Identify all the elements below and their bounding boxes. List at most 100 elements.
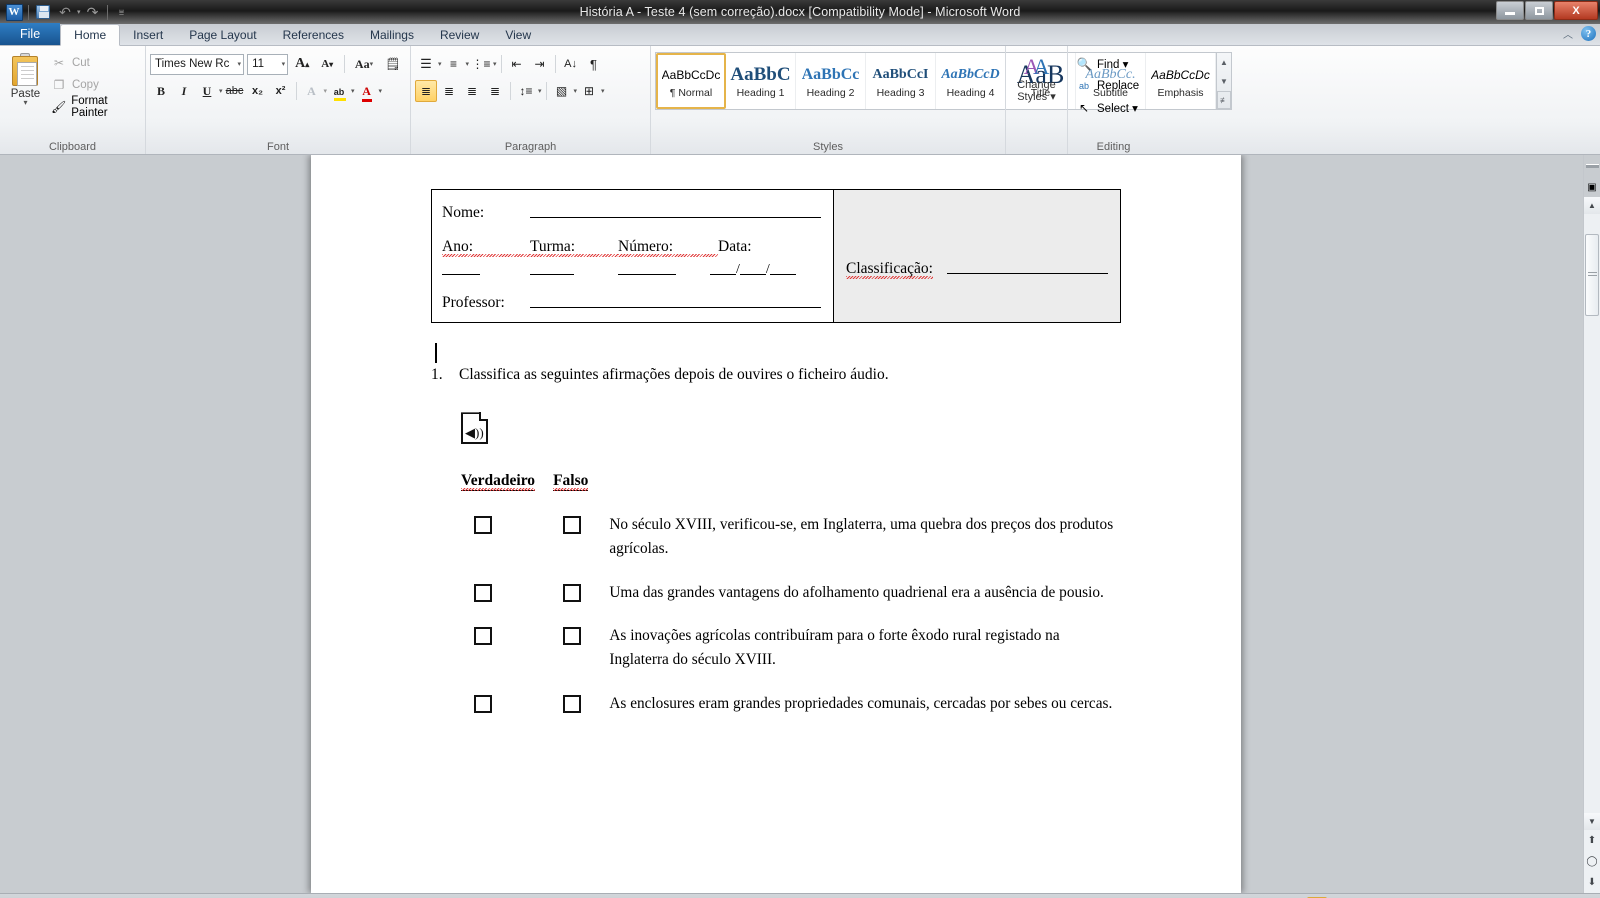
next-page-button[interactable]: ⬇: [1584, 872, 1600, 893]
cut-button[interactable]: ✂ Cut: [47, 53, 141, 73]
maximize-restore-button[interactable]: [1525, 1, 1553, 20]
styles-scroll-down-icon[interactable]: ▼: [1217, 72, 1231, 90]
font-color-dropdown-icon[interactable]: ▾: [379, 87, 383, 95]
select-browse-object-button[interactable]: ◯: [1584, 851, 1600, 872]
font-name-dropdown-icon[interactable]: ▾: [238, 60, 242, 68]
close-button[interactable]: X: [1554, 1, 1598, 20]
decrease-indent-button[interactable]: ⇤: [506, 53, 528, 75]
tab-view[interactable]: View: [492, 24, 544, 45]
borders-dropdown-icon[interactable]: ▾: [601, 87, 605, 95]
style-normal[interactable]: AaBbCcDc ¶ Normal: [656, 53, 726, 109]
underline-dropdown-icon[interactable]: ▾: [219, 87, 223, 95]
subscript-button[interactable]: x₂: [247, 80, 269, 102]
shading-button[interactable]: ▧: [551, 80, 573, 102]
bullets-dropdown-icon[interactable]: ▾: [438, 60, 442, 68]
font-size-dropdown-icon[interactable]: ▾: [282, 60, 286, 68]
numbering-button[interactable]: ≡: [443, 53, 465, 75]
language-indicator[interactable]: English (U.S.): [199, 894, 290, 898]
line-spacing-button[interactable]: ↕≡: [515, 80, 537, 102]
bold-button[interactable]: B: [150, 80, 172, 102]
checkbox-true-1[interactable]: [473, 516, 492, 535]
tab-page-layout[interactable]: Page Layout: [176, 24, 269, 45]
find-button[interactable]: 🔍 Find ▾: [1072, 54, 1143, 74]
numero-blank[interactable]: [618, 262, 676, 275]
turma-blank[interactable]: [530, 262, 574, 275]
tab-review[interactable]: Review: [427, 24, 492, 45]
shrink-font-button[interactable]: A ▾: [316, 53, 338, 75]
checkbox-true-3[interactable]: [473, 627, 492, 646]
font-size-combo[interactable]: 11 ▾: [247, 53, 289, 75]
superscript-button[interactable]: x²: [270, 80, 292, 102]
checkbox-false-1[interactable]: [562, 516, 581, 535]
highlight-button[interactable]: ab: [328, 80, 350, 102]
line-spacing-dropdown-icon[interactable]: ▾: [538, 87, 542, 95]
undo-dropdown-icon[interactable]: ▾: [77, 8, 81, 16]
copy-button[interactable]: ❐ Copy: [47, 75, 141, 95]
audio-file-icon[interactable]: ◀)): [461, 412, 488, 445]
style-heading-3[interactable]: AaBbCcI Heading 3: [866, 53, 936, 109]
save-button[interactable]: [33, 2, 53, 22]
align-center-button[interactable]: ≣: [438, 80, 460, 102]
scroll-thumb[interactable]: [1585, 234, 1599, 316]
grow-font-button[interactable]: A ▴: [291, 53, 313, 75]
tab-file[interactable]: File: [0, 23, 61, 45]
scroll-down-button[interactable]: ▼: [1584, 813, 1600, 830]
word-app-menu-button[interactable]: W: [4, 2, 24, 22]
style-heading-2[interactable]: AaBbCc Heading 2: [796, 53, 866, 109]
document-page[interactable]: Nome: Ano: Turma: Número: Data: / / Prof…: [311, 155, 1241, 893]
text-effects-button[interactable]: A: [301, 80, 323, 102]
checkbox-true-2[interactable]: [473, 583, 492, 602]
paste-button[interactable]: Paste ▾: [4, 49, 47, 140]
data-year-blank[interactable]: [769, 262, 796, 275]
customize-qat-icon[interactable]: ⩸: [112, 2, 132, 22]
increase-indent-button[interactable]: ⇥: [529, 53, 551, 75]
change-case-button[interactable]: Aa ▾: [351, 53, 377, 75]
format-painter-button[interactable]: 🖌 Format Painter: [47, 95, 141, 119]
clear-formatting-button[interactable]: 🗒: [380, 53, 406, 75]
highlight-dropdown-icon[interactable]: ▾: [351, 87, 355, 95]
data-day-blank[interactable]: [710, 262, 736, 275]
page-indicator[interactable]: Page: 1 of 4: [0, 894, 82, 898]
view-ruler-button[interactable]: ▣: [1584, 177, 1600, 197]
minimize-ribbon-icon[interactable]: ︿: [1563, 26, 1573, 41]
styles-gallery-scrollbar[interactable]: ▲ ▼ ≢: [1216, 53, 1231, 109]
tab-home[interactable]: Home: [60, 24, 121, 46]
sort-button[interactable]: A↓: [560, 53, 582, 75]
text-effects-dropdown-icon[interactable]: ▾: [324, 87, 328, 95]
tab-mailings[interactable]: Mailings: [357, 24, 427, 45]
styles-more-icon[interactable]: ≢: [1217, 91, 1231, 109]
styles-scroll-up-icon[interactable]: ▲: [1217, 53, 1231, 71]
justify-button[interactable]: ≣: [484, 80, 506, 102]
undo-button[interactable]: ↶: [55, 2, 75, 22]
checkbox-false-4[interactable]: [562, 694, 581, 713]
shading-dropdown-icon[interactable]: ▾: [574, 87, 578, 95]
proofing-status[interactable]: ✗: [163, 894, 199, 898]
multilevel-list-button[interactable]: ⋮≡: [470, 53, 492, 75]
bullets-button[interactable]: ☰: [415, 53, 437, 75]
word-count[interactable]: Words: 397: [83, 894, 162, 898]
show-formatting-marks-button[interactable]: ¶: [583, 53, 605, 75]
checkbox-true-4[interactable]: [473, 694, 492, 713]
empty-paragraph-line[interactable]: [431, 341, 1121, 365]
help-icon[interactable]: ?: [1581, 26, 1596, 41]
font-color-button[interactable]: A: [356, 80, 378, 102]
numbering-dropdown-icon[interactable]: ▾: [466, 60, 470, 68]
change-styles-button[interactable]: AA Change Styles ▾: [1017, 49, 1056, 140]
italic-button[interactable]: I: [173, 80, 195, 102]
style-heading-1[interactable]: AaBbC Heading 1: [726, 53, 796, 109]
align-left-button[interactable]: ≣: [415, 80, 437, 102]
font-name-combo[interactable]: Times New Rc ▾: [150, 53, 245, 75]
borders-button[interactable]: ⊞: [578, 80, 600, 102]
previous-page-button[interactable]: ⬆: [1584, 830, 1600, 851]
underline-button[interactable]: U: [196, 80, 218, 102]
style-heading-4[interactable]: AaBbCcD Heading 4: [936, 53, 1006, 109]
data-month-blank[interactable]: [739, 262, 766, 275]
scroll-up-button[interactable]: ▲: [1584, 197, 1600, 214]
checkbox-false-3[interactable]: [562, 627, 581, 646]
paste-dropdown-icon[interactable]: ▾: [23, 99, 27, 107]
align-right-button[interactable]: ≣: [461, 80, 483, 102]
scroll-track[interactable]: [1584, 214, 1600, 813]
multilevel-dropdown-icon[interactable]: ▾: [493, 60, 497, 68]
redo-button[interactable]: ↷: [83, 2, 103, 22]
replace-button[interactable]: ab Replace: [1072, 76, 1143, 96]
